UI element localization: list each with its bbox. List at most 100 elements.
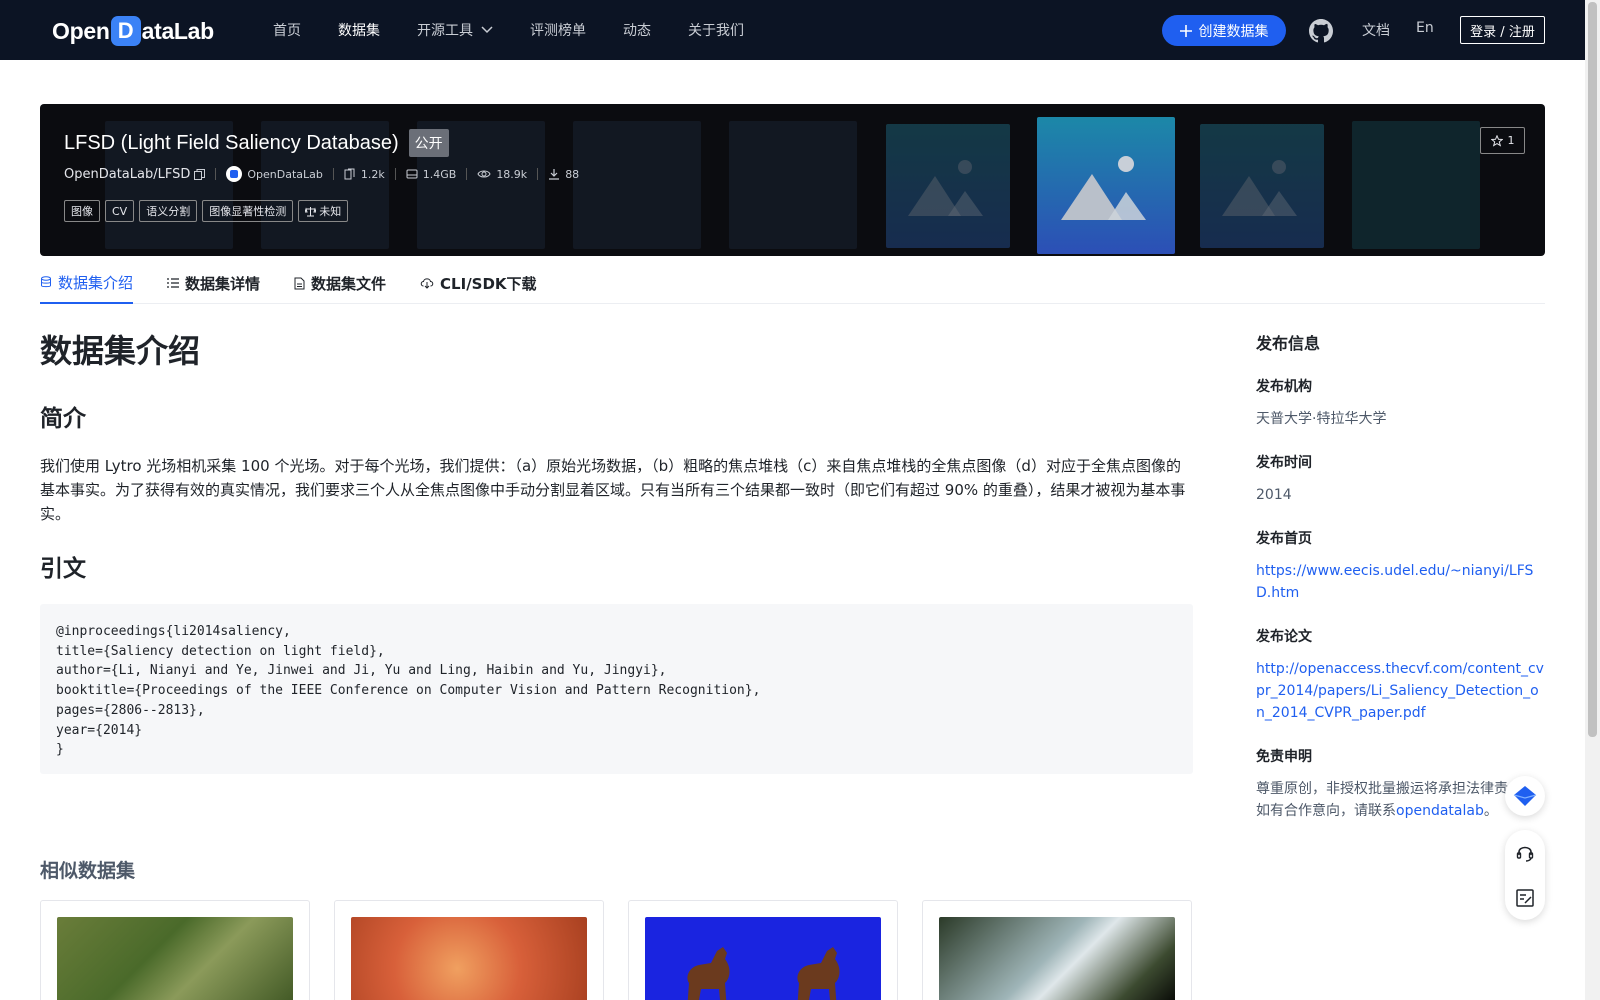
tag-image[interactable]: 图像 xyxy=(64,200,100,222)
divider xyxy=(466,168,468,180)
nav-datasets[interactable]: 数据集 xyxy=(338,20,380,40)
opendatalab-logo[interactable]: Open DataLab xyxy=(52,16,214,46)
dataset-thumbnail xyxy=(645,917,881,1000)
tab-dataset-details[interactable]: 数据集详情 xyxy=(167,262,260,304)
disclaimer-end: 。 xyxy=(1483,803,1498,819)
homepage-label: 发布首页 xyxy=(1256,531,1312,547)
star-button[interactable]: 1 xyxy=(1480,127,1525,154)
dataset-title-row: LFSD (Light Field Saliency Database) 公开 xyxy=(64,129,449,157)
paper-label: 发布论文 xyxy=(1256,629,1312,645)
nav-docs[interactable]: 文档 xyxy=(1362,20,1390,40)
dataset-thumbnail xyxy=(351,917,587,1000)
divider xyxy=(394,168,396,180)
nav-home[interactable]: 首页 xyxy=(273,20,301,40)
dataset-thumbnail xyxy=(939,917,1175,1000)
banner-thumbnail xyxy=(1200,124,1324,248)
copy-icon[interactable] xyxy=(194,168,206,180)
similar-datasets-heading: 相似数据集 xyxy=(40,860,136,882)
homepage-link[interactable]: https://www.eecis.udel.edu/~nianyi/LFSD.… xyxy=(1256,560,1546,604)
time-value: 2014 xyxy=(1256,487,1292,503)
divider xyxy=(215,168,217,180)
page-title: 数据集介绍 xyxy=(40,332,201,370)
similar-dataset-card[interactable] xyxy=(922,900,1192,1000)
logo-text-prefix: Open xyxy=(52,17,110,44)
dataset-thumbnail xyxy=(57,917,293,1000)
org-label: 发布机构 xyxy=(1256,379,1312,395)
chevron-down-icon xyxy=(481,26,493,34)
visibility-badge: 公开 xyxy=(408,129,449,157)
intro-paragraph: 我们使用 Lytro 光场相机采集 100 个光场。对于每个光场，我们提供：（a… xyxy=(40,457,1186,523)
disk-icon xyxy=(406,169,418,179)
paper-link[interactable]: http://openaccess.thecvf.com/content_cvp… xyxy=(1256,658,1546,724)
tab-dataset-details-label: 数据集详情 xyxy=(185,274,261,293)
file-icon xyxy=(294,277,305,289)
view-count: 18.9k xyxy=(477,168,527,181)
file-count: 1.2k xyxy=(344,168,385,181)
dataset-repo-name: OpenDataLab/LFSD xyxy=(64,166,191,182)
disclaimer-text: 尊重原创，非授权批量搬运将承担法律责任。如有合作意向，请联系opendatala… xyxy=(1256,778,1546,822)
tag-saliency-detection[interactable]: 图像显著性检测 xyxy=(202,200,294,222)
logo-mark-icon: D xyxy=(110,16,141,46)
tab-dataset-files-label: 数据集文件 xyxy=(311,274,387,293)
nav-opensource-tools[interactable]: 开源工具 xyxy=(417,20,493,40)
scrollbar-thumb[interactable] xyxy=(1588,2,1597,737)
org-value: 天普大学·特拉华大学 xyxy=(1256,411,1387,427)
banner-thumbnail xyxy=(886,124,1010,248)
horse-image xyxy=(687,947,730,1000)
download-icon xyxy=(549,169,560,180)
nav-leaderboard[interactable]: 评测榜单 xyxy=(530,20,586,40)
headset-support-icon[interactable] xyxy=(1515,843,1535,863)
dataset-repo: OpenDataLab/LFSD xyxy=(64,166,206,182)
eye-icon xyxy=(477,170,491,178)
scale-icon xyxy=(305,206,317,216)
similar-datasets-list xyxy=(40,900,1192,1000)
cloud-download-icon xyxy=(420,278,434,289)
github-icon[interactable] xyxy=(1309,19,1333,43)
similar-dataset-card[interactable] xyxy=(334,900,604,1000)
tab-dataset-intro[interactable]: 数据集介绍 xyxy=(40,262,134,304)
citation-code-block: @inproceedings{li2014saliency, title={Sa… xyxy=(40,604,1193,774)
feedback-edit-icon[interactable] xyxy=(1515,888,1535,908)
dataset-size-value: 1.4GB xyxy=(422,167,457,181)
floating-toolbar xyxy=(1505,830,1545,920)
tag-semantic-segmentation[interactable]: 语义分割 xyxy=(139,200,198,222)
image-placeholder-icon xyxy=(908,160,983,216)
download-count-value: 88 xyxy=(565,167,580,181)
image-placeholder-icon xyxy=(1061,155,1146,220)
database-icon xyxy=(41,276,51,288)
main-nav: 首页 数据集 开源工具 评测榜单 动态 关于我们 xyxy=(273,0,781,60)
publisher[interactable]: OpenDataLab xyxy=(226,166,323,182)
nav-news[interactable]: 动态 xyxy=(623,20,651,40)
dataset-banner: LFSD (Light Field Saliency Database) 公开 … xyxy=(40,104,1545,256)
star-icon xyxy=(1490,134,1503,147)
similar-dataset-card[interactable] xyxy=(40,900,310,1000)
tag-license-label: 未知 xyxy=(319,205,342,218)
tab-cli-sdk-download-label: CLI/SDK下载 xyxy=(440,274,537,293)
contact-link[interactable]: opendatalab xyxy=(1396,803,1484,819)
divider xyxy=(332,168,334,180)
publish-info-heading: 发布信息 xyxy=(1256,334,1321,353)
language-switch[interactable]: En xyxy=(1416,20,1434,36)
tag-cv[interactable]: CV xyxy=(105,200,135,222)
floating-logo-button[interactable] xyxy=(1505,776,1545,816)
publish-info-panel: 发布信息 发布机构 天普大学·特拉华大学 发布时间 2014 发布首页 http… xyxy=(1256,330,1546,822)
similar-dataset-card[interactable] xyxy=(628,900,898,1000)
image-placeholder-icon xyxy=(1222,160,1297,216)
nav-about[interactable]: 关于我们 xyxy=(688,20,744,40)
star-count: 1 xyxy=(1507,134,1515,147)
login-register-button[interactable]: 登录 / 注册 xyxy=(1460,16,1545,44)
dataset-tabs: 数据集介绍 数据集详情 数据集文件 CLI/SDK下载 xyxy=(40,262,1545,304)
tab-dataset-files[interactable]: 数据集文件 xyxy=(294,262,386,304)
nav-opensource-tools-label: 开源工具 xyxy=(417,23,473,39)
tab-cli-sdk-download[interactable]: CLI/SDK下载 xyxy=(420,262,537,304)
top-nav: Open DataLab 首页 数据集 开源工具 评测榜单 动态 关于我们 创建数… xyxy=(0,0,1585,60)
horse-image xyxy=(797,947,840,1000)
dataset-meta-row: OpenDataLab/LFSD OpenDataLab 1.2k 1.4GB … xyxy=(64,166,579,182)
create-dataset-button[interactable]: 创建数据集 xyxy=(1162,15,1286,46)
file-count-value: 1.2k xyxy=(360,167,385,181)
opendatalab-avatar-icon xyxy=(226,166,243,182)
dataset-tags: 图像 CV 语义分割 图像显著性检测 未知 xyxy=(64,200,349,222)
divider xyxy=(537,168,539,180)
tag-license[interactable]: 未知 xyxy=(298,200,349,222)
disclaimer-label: 免责申明 xyxy=(1256,749,1312,765)
